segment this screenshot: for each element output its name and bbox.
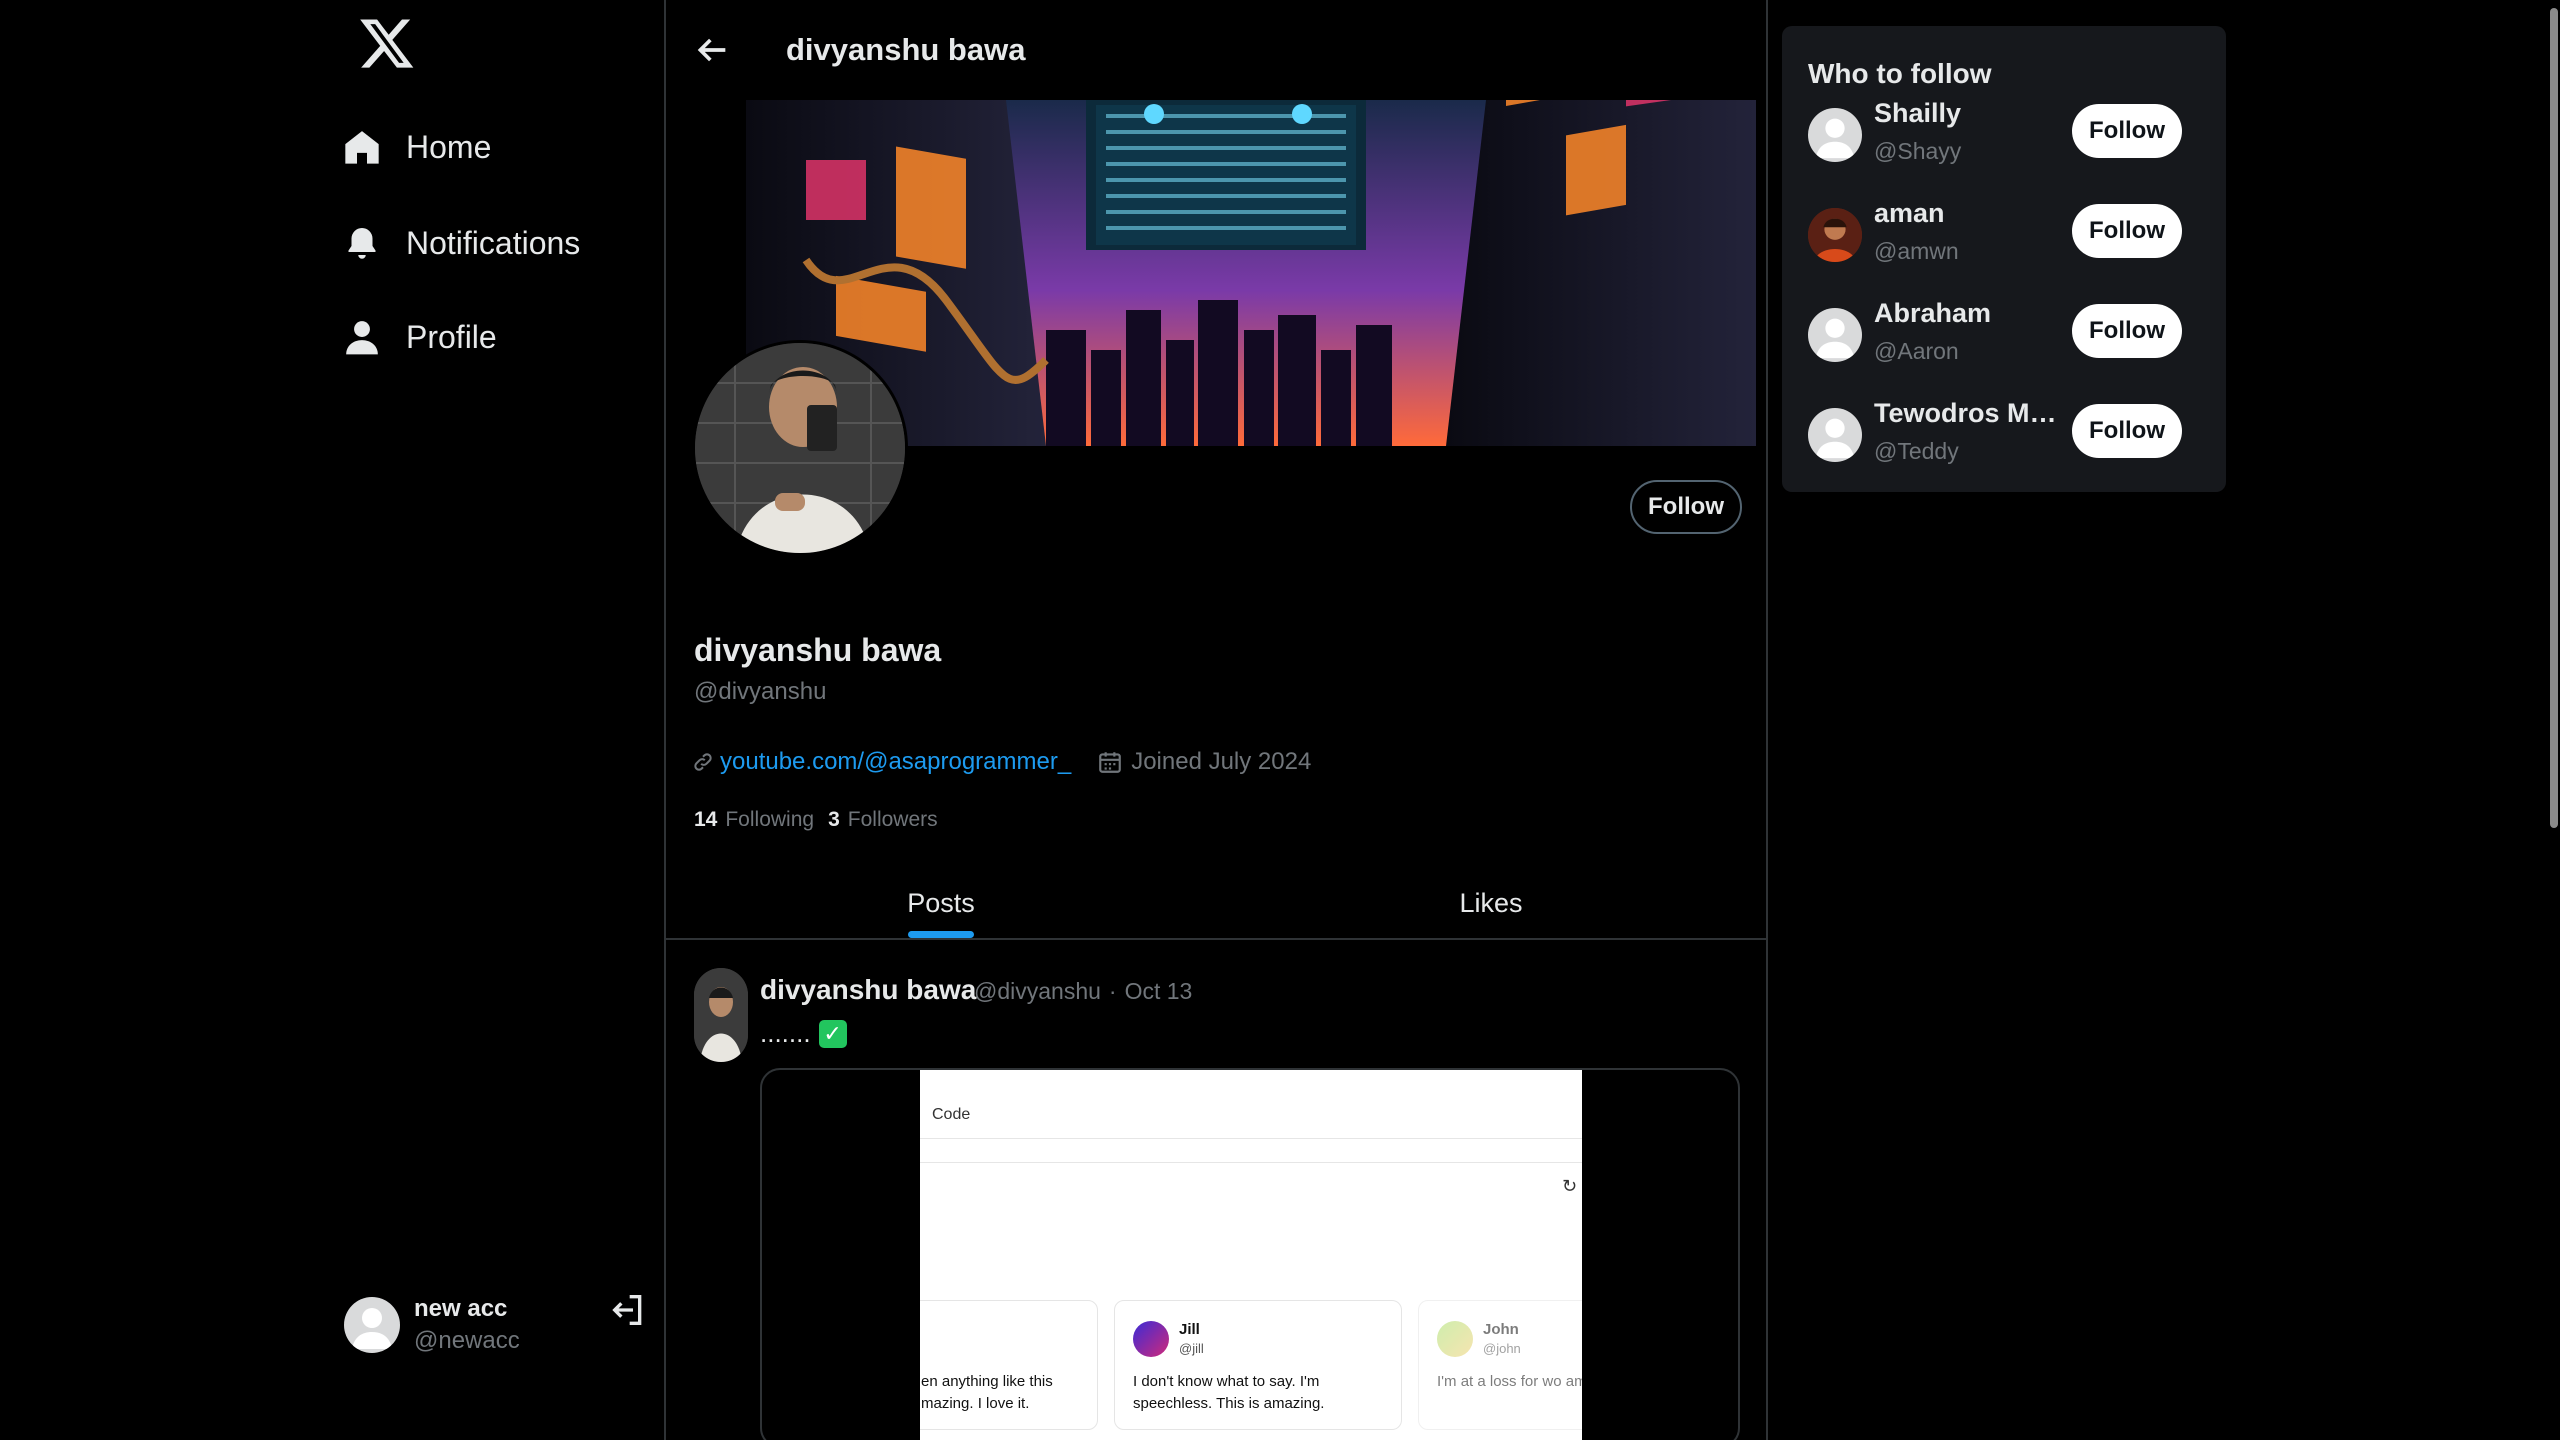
- suggested-user-name: Shailly: [1874, 98, 1962, 128]
- nav-item-profile[interactable]: Profile: [340, 302, 497, 372]
- suggested-user-handle: @Shayy: [1874, 138, 1962, 164]
- account-handle: @newacc: [414, 1327, 520, 1354]
- avatar: [1133, 1321, 1169, 1357]
- avatar: [1808, 108, 1862, 162]
- post[interactable]: divyanshu bawa @divyanshu · Oct 13 .....…: [666, 940, 1766, 1440]
- suggested-user-name: Abraham: [1874, 298, 1992, 328]
- nav-label-notifications: Notifications: [406, 224, 581, 261]
- account-name: new acc: [414, 1295, 508, 1322]
- review-card: John @john I'm at a loss for wo amazing.…: [1418, 1300, 1582, 1430]
- who-to-follow-title: Who to follow: [1808, 58, 1992, 89]
- suggested-user-handle: @Teddy: [1874, 438, 1959, 464]
- follow-button[interactable]: Follow: [2072, 204, 2182, 258]
- suggested-user-handle: @amwn: [1874, 238, 1959, 264]
- account-switcher[interactable]: new acc @newacc: [344, 1290, 646, 1360]
- following-count: 14: [694, 808, 718, 831]
- avatar: [1437, 1321, 1473, 1357]
- post-separator: ·: [1108, 978, 1117, 1004]
- post-date[interactable]: Oct 13: [1125, 978, 1193, 1005]
- home-icon: [340, 125, 384, 169]
- post-meta: @divyanshu · Oct 13: [974, 978, 1200, 1005]
- nav-label-home: Home: [406, 128, 492, 165]
- page-title: divyanshu bawa: [786, 32, 1026, 67]
- avatar: [1808, 208, 1862, 262]
- profile-banner-image: [746, 100, 1756, 446]
- suggested-user-name: Tewodros Mis...: [1874, 398, 2064, 428]
- followers-link[interactable]: Followers: [848, 808, 938, 832]
- suggested-user[interactable]: Abraham @Aaron Follow: [1808, 298, 2208, 378]
- follow-button[interactable]: Follow: [1630, 480, 1742, 534]
- divider: [920, 1138, 1582, 1139]
- post-text: ....... ✓: [760, 1018, 847, 1049]
- review-card-name: Jill: [1179, 1321, 1200, 1338]
- joined-date: Joined July 2024: [1131, 748, 1312, 775]
- avatar: [344, 1297, 400, 1353]
- suggested-user[interactable]: Shailly @Shayy Follow: [1808, 98, 2208, 178]
- nav-label-profile: Profile: [406, 318, 497, 355]
- scrollbar-thumb[interactable]: [2550, 8, 2558, 828]
- arrow-left-icon[interactable]: [692, 30, 732, 70]
- avatar: [1808, 308, 1862, 362]
- profile-avatar[interactable]: [692, 340, 908, 556]
- follow-button[interactable]: Follow: [2072, 304, 2182, 358]
- post-author-handle: @divyanshu: [974, 978, 1101, 1004]
- x-logo-icon[interactable]: [358, 14, 416, 72]
- post-media[interactable]: Code ↻ en anything like this mazing. I l…: [760, 1068, 1740, 1440]
- profile-name: divyanshu bawa: [694, 632, 942, 668]
- tab-label-likes: Likes: [1459, 887, 1523, 918]
- following-link[interactable]: Following: [725, 808, 814, 832]
- tab-likes[interactable]: Likes: [1216, 868, 1766, 938]
- active-tab-indicator: [908, 931, 974, 938]
- profile-header: divyanshu bawa: [666, 0, 1766, 100]
- profile-website-link[interactable]: youtube.com/@asaprogrammer_: [720, 748, 1071, 776]
- profile-main: divyanshu bawa Follow divyanshu bawa @di…: [666, 0, 1768, 1440]
- followers-count: 3: [828, 808, 840, 831]
- suggested-user-name: aman: [1874, 198, 1945, 228]
- review-card: Jill @jill I don't know what to say. I'm…: [1114, 1300, 1402, 1430]
- who-to-follow-panel: Who to follow Shailly @Shayy Follow aman…: [1782, 26, 2226, 492]
- media-tab-label: Code: [932, 1106, 971, 1123]
- suggested-user[interactable]: aman @amwn Follow: [1808, 198, 2208, 278]
- profile-tabs: Posts Likes: [666, 868, 1766, 940]
- divider: [920, 1162, 1582, 1163]
- calendar-icon: [1099, 752, 1122, 773]
- nav-item-home[interactable]: Home: [340, 112, 491, 182]
- post-author-avatar[interactable]: [694, 968, 748, 1062]
- suggested-user[interactable]: Tewodros Mis... @Teddy Follow: [1808, 398, 2208, 478]
- review-card-handle: @jill: [1179, 1341, 1204, 1356]
- review-card: en anything like this mazing. I love it.: [920, 1300, 1098, 1430]
- post-body: .......: [760, 1018, 811, 1048]
- tab-posts[interactable]: Posts: [666, 868, 1216, 938]
- logout-icon[interactable]: [608, 1290, 648, 1330]
- post-author-name[interactable]: divyanshu bawa: [760, 974, 976, 1006]
- review-card-body: I don't know what to say. I'm speechless…: [1133, 1373, 1325, 1412]
- avatar: [1808, 408, 1862, 462]
- left-sidebar: Home Notifications Profile new acc @newa…: [0, 0, 666, 1440]
- review-card-body: en anything like this mazing. I love it.: [921, 1373, 1053, 1412]
- review-card-body: I'm at a loss for wo amazing. I love it.: [1437, 1373, 1582, 1390]
- post-media-screenshot: Code ↻ en anything like this mazing. I l…: [920, 1070, 1582, 1440]
- suggested-user-handle: @Aaron: [1874, 338, 1959, 364]
- refresh-icon: ↻: [1562, 1176, 1578, 1196]
- link-icon: [694, 753, 712, 771]
- profile-meta: youtube.com/@asaprogrammer_ Joined July …: [692, 748, 1311, 776]
- profile-handle: @divyanshu: [694, 678, 827, 705]
- follow-button[interactable]: Follow: [2072, 404, 2182, 458]
- tab-label-posts: Posts: [907, 887, 975, 918]
- bell-icon: [340, 221, 384, 265]
- review-card-name: John: [1483, 1321, 1519, 1338]
- follow-button[interactable]: Follow: [2072, 104, 2182, 158]
- check-mark-emoji-icon: ✓: [818, 1019, 847, 1048]
- page-scrollbar[interactable]: [2548, 0, 2560, 1440]
- review-card-handle: @john: [1483, 1341, 1521, 1356]
- person-icon: [340, 315, 384, 359]
- nav-item-notifications[interactable]: Notifications: [340, 208, 580, 278]
- follow-counts: 14 Following 3 Followers: [694, 808, 952, 832]
